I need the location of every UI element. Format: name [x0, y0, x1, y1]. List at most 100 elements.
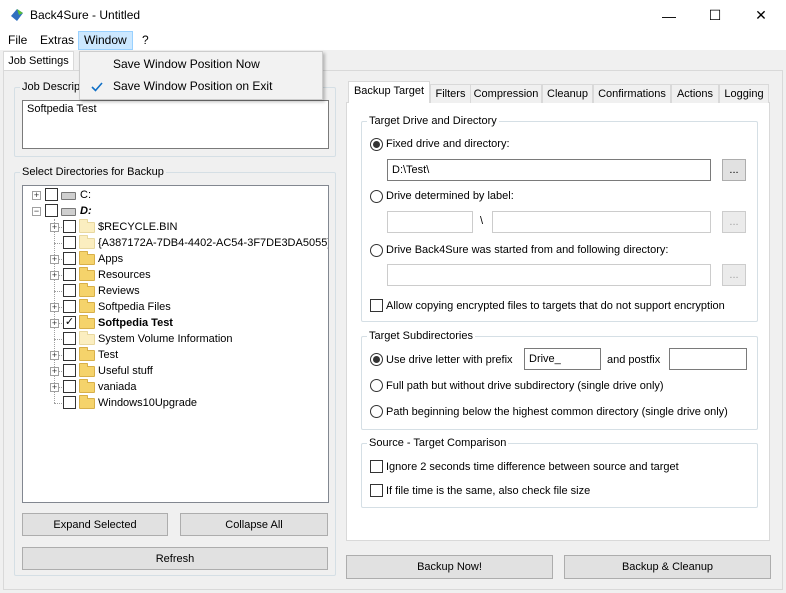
- prefix-input[interactable]: Drive_: [524, 348, 601, 370]
- menu-window[interactable]: Window: [78, 31, 133, 50]
- drive-label-radio[interactable]: [370, 190, 383, 203]
- folder-icon: [79, 395, 95, 409]
- expand-icon[interactable]: +: [50, 223, 59, 232]
- folder-icon: [79, 235, 95, 249]
- tree-checkbox[interactable]: ✓: [63, 316, 76, 329]
- refresh-button[interactable]: Refresh: [22, 547, 328, 570]
- full-path-radio[interactable]: [370, 379, 383, 392]
- fixed-drive-value: D:\Test\: [392, 164, 430, 176]
- postfix-input[interactable]: [669, 348, 747, 370]
- menu-item-save-position-on-exit[interactable]: Save Window Position on Exit: [82, 76, 320, 97]
- tree-checkbox[interactable]: [45, 188, 58, 201]
- started-from-radio[interactable]: [370, 244, 383, 257]
- menu-extras[interactable]: Extras: [35, 31, 79, 50]
- started-from-browse-button[interactable]: ...: [722, 264, 746, 286]
- tree-item[interactable]: + Apps: [23, 251, 328, 267]
- ignore-2s-checkbox[interactable]: [370, 460, 383, 473]
- tree-item[interactable]: Reviews: [23, 283, 328, 299]
- expand-icon[interactable]: +: [50, 319, 59, 328]
- fixed-drive-browse-button[interactable]: ...: [722, 159, 746, 181]
- tab-cleanup[interactable]: Cleanup: [542, 84, 593, 103]
- browse-label: ...: [729, 216, 739, 228]
- expand-selected-label: Expand Selected: [53, 518, 137, 531]
- tree-checkbox[interactable]: [63, 220, 76, 233]
- folder-icon: [79, 347, 95, 361]
- folder-icon: [79, 315, 95, 329]
- tree-item-label: System Volume Information: [98, 333, 233, 345]
- tree-checkbox[interactable]: [63, 252, 76, 265]
- tree-checkbox[interactable]: [63, 380, 76, 393]
- target-subdirs-title: Target Subdirectories: [367, 330, 475, 342]
- path-beginning-label: Path beginning below the highest common …: [386, 406, 728, 418]
- expand-icon[interactable]: +: [50, 255, 59, 264]
- collapse-icon[interactable]: −: [32, 207, 41, 216]
- drive-label-dir-input[interactable]: [492, 211, 711, 233]
- drive-label-browse-button[interactable]: ...: [722, 211, 746, 233]
- folder-icon: [79, 283, 95, 297]
- tab-filters[interactable]: Filters: [430, 84, 471, 103]
- tree-item[interactable]: {A387172A-7DB4-4402-AC54-3F7DE3DA5055}: [23, 235, 328, 251]
- close-button[interactable]: ✕: [738, 0, 784, 31]
- backup-cleanup-button[interactable]: Backup & Cleanup: [564, 555, 771, 579]
- allow-encrypted-checkbox[interactable]: [370, 299, 383, 312]
- tree-checkbox[interactable]: [63, 332, 76, 345]
- menu-help[interactable]: ?: [137, 31, 154, 50]
- menu-bar: File Extras Window ?: [0, 31, 786, 50]
- menu-file[interactable]: File: [3, 31, 32, 50]
- fixed-drive-radio[interactable]: [370, 138, 383, 151]
- tree-item[interactable]: + Useful stuff: [23, 363, 328, 379]
- tree-item-label: Apps: [98, 253, 124, 265]
- tab-actions[interactable]: Actions: [671, 84, 719, 103]
- expand-selected-button[interactable]: Expand Selected: [22, 513, 168, 536]
- started-from-input[interactable]: [387, 264, 711, 286]
- fixed-drive-input[interactable]: D:\Test\: [387, 159, 711, 181]
- tree-item[interactable]: + ✓ Softpedia Test: [23, 315, 328, 331]
- tree-item-label: Resources: [98, 269, 151, 281]
- drive-icon: [61, 208, 76, 216]
- tree-item[interactable]: + $RECYCLE.BIN: [23, 219, 328, 235]
- drive-letter-prefix-radio[interactable]: [370, 353, 383, 366]
- path-beginning-radio[interactable]: [370, 405, 383, 418]
- tree-checkbox[interactable]: [63, 268, 76, 281]
- directory-tree[interactable]: + C: − D: + $RECYCLE.BIN {A387172A-7DB4-4402-A…: [22, 185, 329, 503]
- minimize-button[interactable]: —: [646, 0, 692, 31]
- tree-item[interactable]: System Volume Information: [23, 331, 328, 347]
- tab-backup-target[interactable]: Backup Target: [348, 81, 430, 103]
- tree-item[interactable]: − D:: [23, 203, 328, 219]
- expand-icon[interactable]: +: [50, 303, 59, 312]
- collapse-all-button[interactable]: Collapse All: [180, 513, 328, 536]
- tab-job-settings[interactable]: Job Settings: [3, 51, 74, 71]
- and-postfix-label: and postfix: [607, 354, 661, 366]
- job-description-input[interactable]: Softpedia Test: [22, 100, 329, 149]
- check-size-checkbox[interactable]: [370, 484, 383, 497]
- tree-item[interactable]: + vaniada: [23, 379, 328, 395]
- tree-checkbox[interactable]: [63, 300, 76, 313]
- tree-checkbox[interactable]: [63, 396, 76, 409]
- tree-checkbox[interactable]: [63, 364, 76, 377]
- tree-item[interactable]: + C:: [23, 187, 328, 203]
- tree-checkbox[interactable]: [63, 236, 76, 249]
- tree-checkbox[interactable]: [63, 348, 76, 361]
- drive-icon: [61, 192, 76, 200]
- expand-icon[interactable]: +: [50, 367, 59, 376]
- tree-item[interactable]: + Test: [23, 347, 328, 363]
- tab-compression[interactable]: Compression: [470, 84, 542, 103]
- menu-item-label: Save Window Position on Exit: [113, 79, 273, 93]
- expand-icon[interactable]: +: [50, 383, 59, 392]
- tab-confirmations[interactable]: Confirmations: [593, 84, 671, 103]
- expand-icon[interactable]: +: [32, 191, 41, 200]
- tree-checkbox[interactable]: [63, 284, 76, 297]
- menu-item-save-position-now[interactable]: Save Window Position Now: [82, 54, 320, 75]
- tree-item[interactable]: Windows10Upgrade: [23, 395, 328, 411]
- tree-item[interactable]: + Resources: [23, 267, 328, 283]
- tab-logging[interactable]: Logging: [719, 84, 769, 103]
- expand-icon[interactable]: +: [50, 271, 59, 280]
- browse-label: ...: [729, 269, 739, 281]
- tree-item[interactable]: + Softpedia Files: [23, 299, 328, 315]
- maximize-button[interactable]: ☐: [692, 0, 738, 31]
- expand-icon[interactable]: +: [50, 351, 59, 360]
- drive-label-input[interactable]: [387, 211, 473, 233]
- backup-now-button[interactable]: Backup Now!: [346, 555, 553, 579]
- folder-icon: [79, 267, 95, 281]
- tree-checkbox[interactable]: [45, 204, 58, 217]
